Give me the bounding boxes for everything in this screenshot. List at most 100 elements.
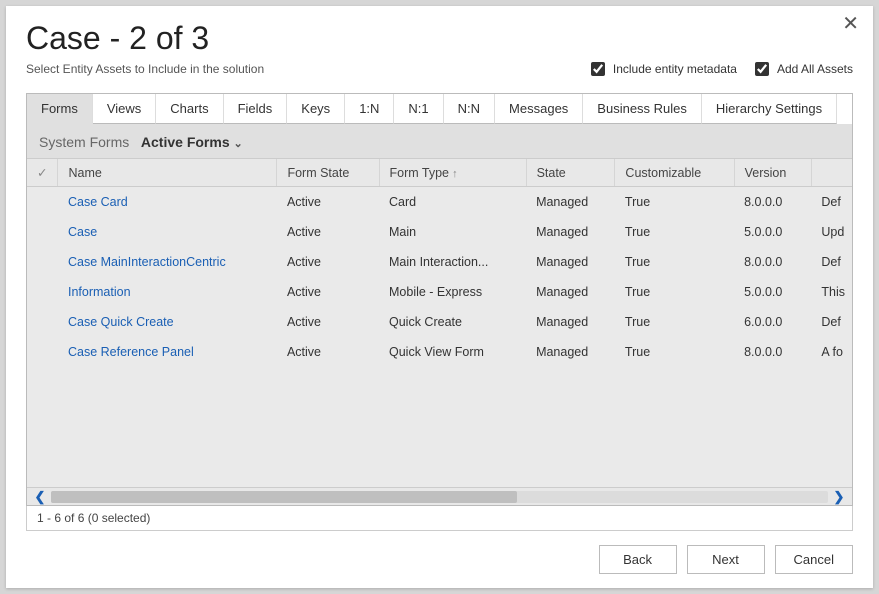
form-link[interactable]: Information [68, 285, 131, 299]
grid-container: ✓NameForm StateForm Type ↑StateCustomiza… [26, 159, 853, 506]
cell-form_state: Active [277, 217, 379, 247]
scroll-left-icon[interactable]: ❮ [31, 488, 49, 506]
scroll-right-icon[interactable]: ❯ [830, 488, 848, 506]
cell-state: Managed [526, 277, 615, 307]
scroll-track[interactable] [51, 491, 828, 503]
forms-table: ✓NameForm StateForm Type ↑StateCustomiza… [27, 159, 852, 367]
column-header-desc[interactable] [811, 159, 852, 187]
cell-form_type: Main [379, 217, 526, 247]
scroll-thumb[interactable] [51, 491, 517, 503]
tab-fields[interactable]: Fields [224, 94, 288, 124]
add-all-assets-label: Add All Assets [777, 62, 853, 76]
tab-forms[interactable]: Forms [27, 94, 93, 124]
cell-desc: Def [811, 247, 852, 277]
column-header-form_type[interactable]: Form Type ↑ [379, 159, 526, 187]
cell-desc: Def [811, 187, 852, 218]
dialog: ✕ Case - 2 of 3 Select Entity Assets to … [6, 6, 873, 588]
back-button[interactable]: Back [599, 545, 677, 574]
header: Case - 2 of 3 Select Entity Assets to In… [6, 6, 873, 87]
cell-form_state: Active [277, 307, 379, 337]
row-checkbox[interactable] [27, 337, 58, 367]
column-header-customizable[interactable]: Customizable [615, 159, 734, 187]
cell-name: Case [58, 217, 277, 247]
row-checkbox[interactable] [27, 247, 58, 277]
include-metadata-checkbox[interactable] [591, 62, 605, 76]
cancel-button[interactable]: Cancel [775, 545, 853, 574]
column-header-name[interactable]: Name [58, 159, 277, 187]
cell-customizable: True [615, 217, 734, 247]
cell-desc: Def [811, 307, 852, 337]
tab-charts[interactable]: Charts [156, 94, 223, 124]
form-link[interactable]: Case Reference Panel [68, 345, 194, 359]
table-row[interactable]: Case ActiveMainManagedTrue5.0.0.0Upd [27, 217, 852, 247]
horizontal-scrollbar[interactable]: ❮ ❯ [27, 487, 852, 505]
include-metadata-label: Include entity metadata [613, 62, 737, 76]
column-header-state[interactable]: State [526, 159, 615, 187]
include-metadata-option[interactable]: Include entity metadata [587, 59, 737, 79]
select-all-column[interactable]: ✓ [27, 159, 58, 187]
tab-hierarchy[interactable]: Hierarchy Settings [702, 94, 837, 124]
next-button[interactable]: Next [687, 545, 765, 574]
table-row[interactable]: InformationActiveMobile - ExpressManaged… [27, 277, 852, 307]
view-category: System Forms [39, 134, 129, 150]
tab-views[interactable]: Views [93, 94, 156, 124]
cell-state: Managed [526, 337, 615, 367]
column-header-form_state[interactable]: Form State [277, 159, 379, 187]
cell-customizable: True [615, 187, 734, 218]
form-link[interactable]: Case MainInteractionCentric [68, 255, 226, 269]
table-row[interactable]: Case Reference Panel ActiveQuick View For… [27, 337, 852, 367]
sort-asc-icon: ↑ [449, 168, 458, 180]
cell-version: 5.0.0.0 [734, 217, 811, 247]
cell-customizable: True [615, 277, 734, 307]
table-row[interactable]: Case Quick CreateActiveQuick CreateManag… [27, 307, 852, 337]
tab-1n[interactable]: 1:N [345, 94, 394, 124]
cell-name: Case Quick Create [58, 307, 277, 337]
cell-form_state: Active [277, 187, 379, 218]
cell-desc: A fo [811, 337, 852, 367]
page-title: Case - 2 of 3 [26, 20, 853, 57]
tab-messages[interactable]: Messages [495, 94, 583, 124]
table-row[interactable]: Case MainInteractionCentricActiveMain In… [27, 247, 852, 277]
cell-customizable: True [615, 337, 734, 367]
cell-version: 6.0.0.0 [734, 307, 811, 337]
row-checkbox[interactable] [27, 217, 58, 247]
cell-version: 5.0.0.0 [734, 277, 811, 307]
footer: Back Next Cancel [6, 531, 873, 588]
cell-form_type: Mobile - Express [379, 277, 526, 307]
cell-desc: Upd [811, 217, 852, 247]
tab-n1[interactable]: N:1 [394, 94, 443, 124]
cell-desc: This [811, 277, 852, 307]
add-all-assets-option[interactable]: Add All Assets [751, 59, 853, 79]
row-checkbox[interactable] [27, 307, 58, 337]
cell-form_type: Quick View Form [379, 337, 526, 367]
form-link[interactable]: Case Card [68, 195, 128, 209]
cell-form_type: Card [379, 187, 526, 218]
cell-version: 8.0.0.0 [734, 187, 811, 218]
subtitle: Select Entity Assets to Include in the s… [26, 62, 264, 76]
tabs-container: FormsViewsChartsFieldsKeys1:NN:1N:NMessa… [26, 93, 853, 159]
add-all-assets-checkbox[interactable] [755, 62, 769, 76]
cell-name: Case Card [58, 187, 277, 218]
cell-name: Case MainInteractionCentric [58, 247, 277, 277]
form-link[interactable]: Case Quick Create [68, 315, 174, 329]
close-icon[interactable]: ✕ [842, 14, 859, 34]
status-bar: 1 - 6 of 6 (0 selected) [26, 506, 853, 531]
cell-state: Managed [526, 307, 615, 337]
cell-version: 8.0.0.0 [734, 337, 811, 367]
tab-business-rules[interactable]: Business Rules [583, 94, 702, 124]
tab-keys[interactable]: Keys [287, 94, 345, 124]
table-row[interactable]: Case CardActiveCardManagedTrue8.0.0.0Def [27, 187, 852, 218]
cell-form_state: Active [277, 337, 379, 367]
row-checkbox[interactable] [27, 187, 58, 218]
row-checkbox[interactable] [27, 277, 58, 307]
cell-state: Managed [526, 217, 615, 247]
cell-customizable: True [615, 307, 734, 337]
form-link[interactable]: Case [68, 225, 97, 239]
view-selector[interactable]: Active Forms ⌄ [141, 134, 243, 150]
view-header: System Forms Active Forms ⌄ [27, 124, 852, 159]
cell-customizable: True [615, 247, 734, 277]
cell-state: Managed [526, 247, 615, 277]
column-header-version[interactable]: Version [734, 159, 811, 187]
tab-nn[interactable]: N:N [444, 94, 495, 124]
cell-name: Information [58, 277, 277, 307]
